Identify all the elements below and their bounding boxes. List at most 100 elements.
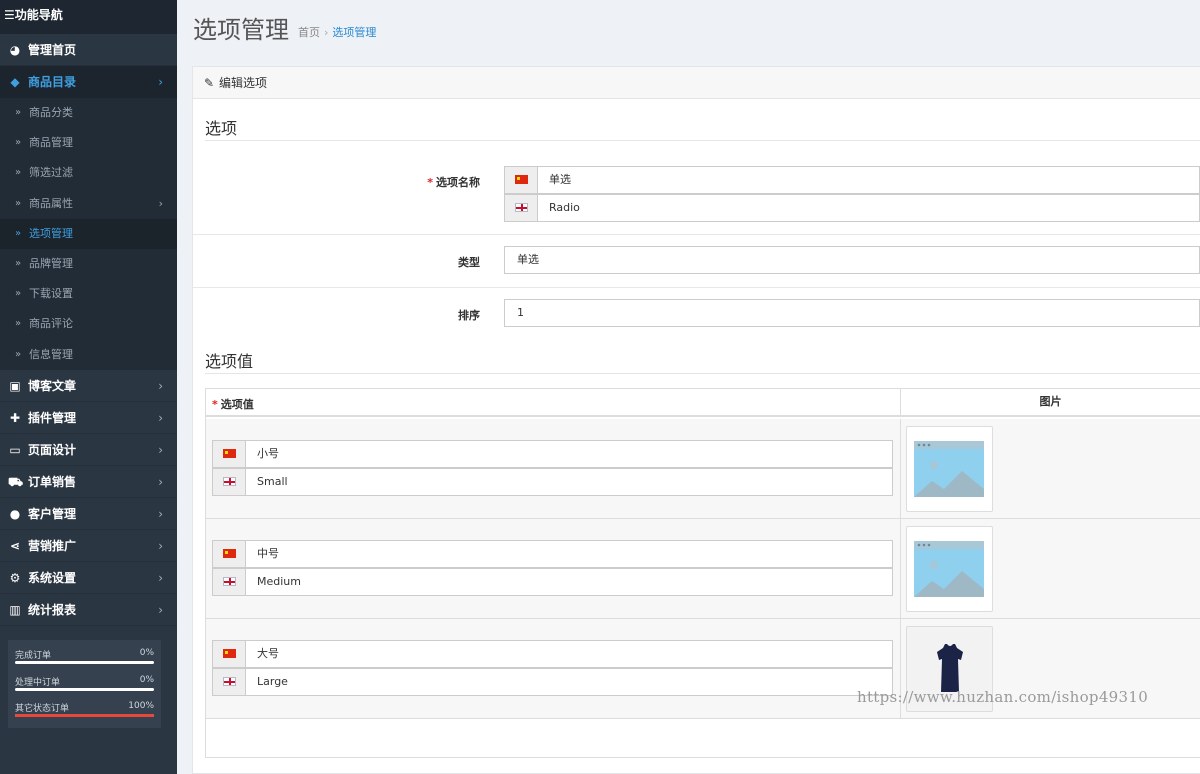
- sidebar-item-attributes[interactable]: » 商品属性 ›: [0, 189, 177, 219]
- sort-input[interactable]: 1: [504, 299, 1200, 327]
- menu-item-label: 订单销售: [28, 474, 77, 489]
- sub-item-label: 商品属性: [29, 196, 73, 210]
- double-angle-icon: »: [15, 257, 22, 269]
- double-angle-icon: »: [15, 318, 22, 330]
- sub-item-label: 筛选过滤: [29, 166, 73, 180]
- type-select[interactable]: 单选: [504, 246, 1200, 274]
- double-angle-icon: »: [15, 107, 22, 118]
- stat-other: 其它状态订单 100%: [15, 701, 154, 728]
- menu-item-marketing[interactable]: ⋖ 营销推广 ›: [0, 530, 177, 562]
- section-title-option: 选项: [205, 119, 238, 138]
- nav-header[interactable]: ☰功能导航: [0, 0, 177, 34]
- stat-label: 其它状态订单: [15, 704, 70, 714]
- stat-percent: 0%: [139, 674, 154, 685]
- language-addon: [213, 441, 246, 467]
- sub-item-label: 信息管理: [29, 347, 73, 361]
- page-header: 选项管理 首页 › 选项管理: [177, 0, 1200, 54]
- image-thumbnail[interactable]: [906, 426, 993, 512]
- menu-item-design[interactable]: ▭ 页面设计 ›: [0, 434, 177, 466]
- sidebar-item-products[interactable]: » 商品管理: [0, 128, 177, 158]
- chevron-right-icon: ›: [158, 538, 163, 553]
- language-addon: [213, 469, 246, 495]
- chevron-right-icon: ›: [158, 474, 163, 489]
- section-divider: [205, 373, 1200, 374]
- breadcrumb-current[interactable]: 选项管理: [332, 26, 376, 39]
- page-title: 选项管理: [193, 16, 289, 44]
- sub-item-label: 下载设置: [29, 287, 73, 301]
- china-flag-icon: [515, 175, 528, 184]
- menu-item-catalog[interactable]: ◆ 商品目录 ›: [0, 66, 177, 98]
- form-divider: [193, 287, 1200, 288]
- stat-progress-bar: [15, 714, 154, 717]
- puzzle-icon: ✚: [9, 410, 21, 425]
- value-cn-field[interactable]: 大号: [212, 640, 893, 668]
- option-name-cn-field[interactable]: 单选: [504, 166, 1200, 194]
- menu-item-plugins[interactable]: ✚ 插件管理 ›: [0, 402, 177, 434]
- value-cn-field[interactable]: 中号: [212, 540, 893, 568]
- sidebar-item-information[interactable]: » 信息管理: [0, 340, 177, 370]
- tags-icon: ◆: [10, 75, 20, 89]
- double-angle-icon: »: [15, 227, 22, 239]
- breadcrumb: 首页 › 选项管理: [298, 24, 376, 40]
- menu-item-settings[interactable]: ⚙ 系统设置 ›: [0, 562, 177, 594]
- option-name-en-value: Radio: [549, 201, 580, 214]
- value-cn-text: 中号: [257, 547, 279, 560]
- language-addon: [213, 541, 246, 567]
- option-name-label: * 选项名称: [360, 174, 480, 190]
- sidebar-item-downloads[interactable]: » 下载设置: [0, 279, 177, 309]
- main-content: 选项管理 首页 › 选项管理 ✎ 编辑选项 选项 * 选项名称 单选 Radio 类型…: [177, 0, 1200, 774]
- column-header-value-text: 选项值: [220, 398, 254, 411]
- double-angle-icon: »: [15, 348, 22, 360]
- china-flag-icon: [223, 549, 236, 558]
- option-name-en-field[interactable]: Radio: [504, 194, 1200, 222]
- stat-percent: 100%: [128, 701, 154, 711]
- menu-item-dashboard[interactable]: ◕ 管理首页: [0, 34, 177, 66]
- sidebar-item-categories[interactable]: » 商品分类: [0, 98, 177, 128]
- menu-item-customers[interactable]: ● 客户管理 ›: [0, 498, 177, 530]
- menu-item-reports[interactable]: ▥ 统计报表 ›: [0, 594, 177, 626]
- sub-item-label: 商品分类: [29, 106, 73, 119]
- sidebar-item-options[interactable]: » 选项管理: [0, 218, 177, 249]
- bars-icon: ☰: [4, 8, 15, 22]
- sidebar-item-filters[interactable]: » 筛选过滤: [0, 158, 177, 188]
- sidebar-item-brands[interactable]: » 品牌管理: [0, 249, 177, 279]
- column-header-value: * 选项值: [212, 396, 254, 412]
- newspaper-icon: ▣: [9, 378, 21, 393]
- chevron-right-icon: ›: [158, 602, 163, 617]
- menu-item-label: 管理首页: [28, 43, 77, 57]
- image-placeholder-icon: [914, 441, 984, 497]
- chevron-right-icon: ›: [158, 506, 163, 521]
- value-cn-field[interactable]: 小号: [212, 440, 893, 468]
- stat-label: 完成订单: [15, 651, 52, 661]
- breadcrumb-home[interactable]: 首页: [298, 26, 320, 39]
- menu-item-label: 统计报表: [28, 602, 77, 617]
- image-placeholder-icon: [914, 541, 984, 597]
- table-row: 小号 Small: [206, 419, 1200, 519]
- menu-item-sales[interactable]: ⛟ 订单销售 ›: [0, 466, 177, 498]
- double-angle-icon: »: [15, 197, 22, 209]
- panel-heading-label: 编辑选项: [219, 76, 268, 90]
- value-en-text: Small: [257, 475, 288, 488]
- menu-item-label: 插件管理: [28, 410, 77, 425]
- table-header: * 选项值 图片: [206, 389, 1200, 417]
- value-en-text: Medium: [257, 575, 301, 588]
- bar-chart-icon: ▥: [9, 602, 21, 617]
- menu-item-label: 客户管理: [28, 506, 77, 521]
- image-thumbnail[interactable]: [906, 526, 993, 612]
- language-addon: [505, 167, 538, 193]
- double-angle-icon: »: [15, 288, 22, 300]
- chevron-right-icon: ›: [158, 570, 163, 585]
- chevron-right-icon: ›: [158, 378, 163, 393]
- value-en-field[interactable]: Medium: [212, 568, 893, 596]
- menu-item-blog[interactable]: ▣ 博客文章 ›: [0, 370, 177, 402]
- pencil-icon: ✎: [204, 76, 215, 90]
- china-flag-icon: [223, 649, 236, 658]
- sidebar-item-reviews[interactable]: » 商品评论: [0, 309, 177, 339]
- menu-item-label: 系统设置: [28, 570, 77, 585]
- sub-item-label: 商品管理: [29, 136, 73, 150]
- breadcrumb-separator-icon: ›: [324, 26, 329, 39]
- column-divider: [900, 419, 901, 518]
- value-en-field[interactable]: Large: [212, 668, 893, 696]
- value-en-field[interactable]: Small: [212, 468, 893, 496]
- sub-item-label: 商品评论: [29, 317, 73, 331]
